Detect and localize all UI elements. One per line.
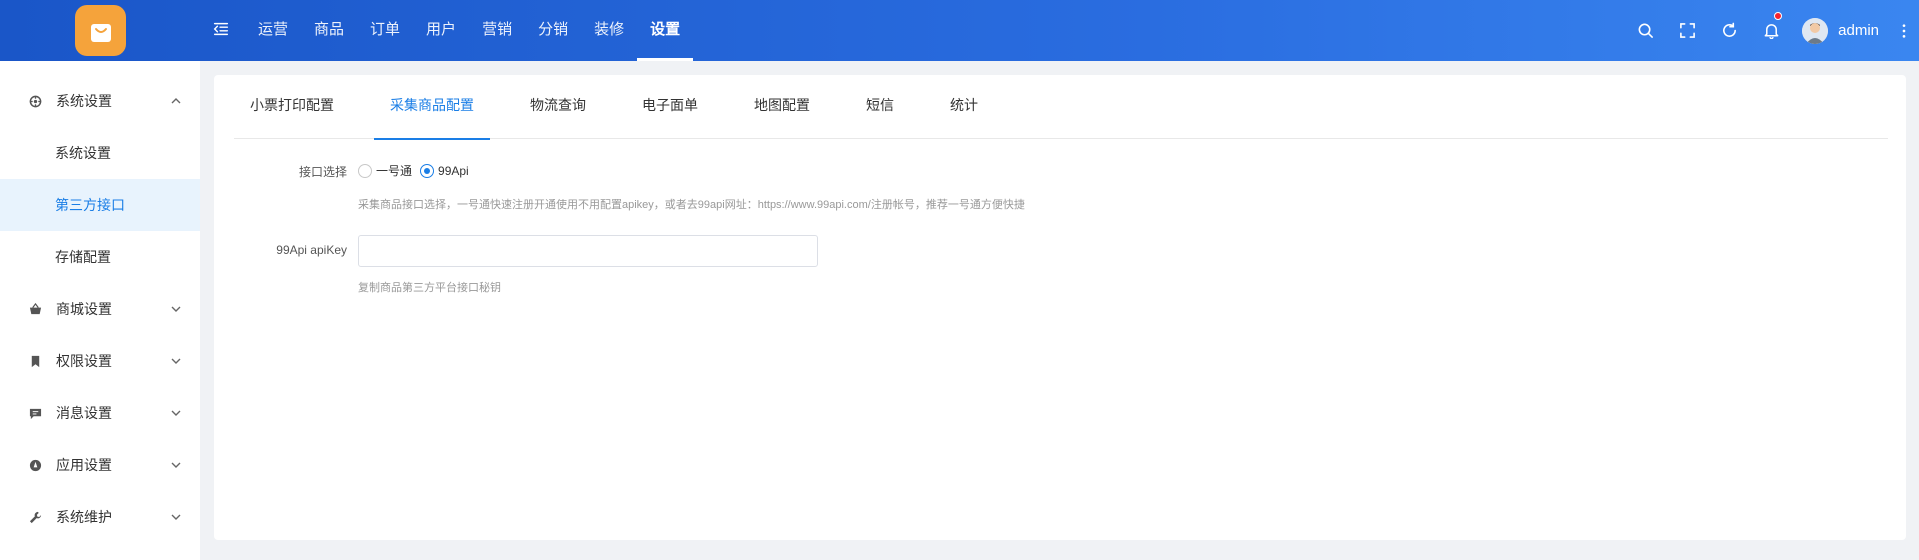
- sidebar-group-label: 系统设置: [56, 93, 112, 109]
- chevron-down-icon: [171, 462, 181, 468]
- apikey-input[interactable]: [358, 235, 818, 267]
- sidebar-item-storage-config[interactable]: 存储配置: [0, 231, 200, 283]
- tab-electronic-waybill[interactable]: 电子面单: [626, 75, 714, 139]
- sidebar-item-third-party-api[interactable]: 第三方接口: [0, 179, 200, 231]
- sidebar-group-label: 系统维护: [56, 509, 112, 525]
- radio-circle: [420, 163, 435, 178]
- chevron-down-icon: [171, 306, 181, 312]
- refresh-icon[interactable]: [1708, 0, 1750, 61]
- chevron-up-icon: [171, 98, 181, 104]
- topnav-item-settings[interactable]: 设置: [637, 0, 694, 61]
- radio-label: 99Api: [438, 163, 469, 178]
- notification-bell-icon[interactable]: [1750, 0, 1792, 61]
- search-icon[interactable]: [1624, 0, 1666, 61]
- compass-icon: [28, 458, 42, 472]
- apikey-label: 99Api apiKey: [276, 243, 347, 257]
- sidebar-item-system-settings[interactable]: 系统设置: [0, 127, 200, 179]
- chevron-down-icon: [171, 410, 181, 416]
- top-header: 运营 商品 订单 用户 营销 分销 装修 设置 admin: [0, 0, 1919, 61]
- sidebar-group-label: 消息设置: [56, 405, 112, 421]
- main-panel: 小票打印配置 采集商品配置 物流查询 电子面单 地图配置 短信 统计 接口选择 …: [214, 75, 1906, 540]
- sidebar-group-label: 权限设置: [56, 353, 112, 369]
- header-actions: admin: [1624, 0, 1919, 61]
- radio-circle: [358, 163, 372, 178]
- username: admin: [1838, 22, 1879, 39]
- sidebar-group-message-settings[interactable]: 消息设置: [0, 387, 200, 439]
- menu-collapse-icon[interactable]: [211, 19, 231, 39]
- tab-sms[interactable]: 短信: [850, 75, 910, 139]
- topnav-item-decoration[interactable]: 装修: [581, 0, 637, 61]
- sidebar-group-permission-settings[interactable]: 权限设置: [0, 335, 200, 387]
- sidebar-group-app-settings[interactable]: 应用设置: [0, 439, 200, 491]
- topnav-item-orders[interactable]: 订单: [357, 0, 413, 61]
- radio-yihaotong[interactable]: 一号通: [358, 162, 412, 179]
- bookmark-icon: [28, 354, 42, 368]
- sidebar: 系统设置 系统设置 第三方接口 存储配置 商城设置 权限设置 消息设置 应用设置: [0, 61, 200, 560]
- user-menu[interactable]: admin: [1792, 0, 1889, 61]
- tab-receipt-print-config[interactable]: 小票打印配置: [234, 75, 350, 139]
- topnav-item-users[interactable]: 用户: [413, 0, 469, 61]
- top-nav: 运营 商品 订单 用户 营销 分销 装修 设置: [245, 0, 694, 61]
- wrench-icon: [28, 510, 42, 524]
- chevron-down-icon: [171, 358, 181, 364]
- fullscreen-icon[interactable]: [1666, 0, 1708, 61]
- tab-statistics[interactable]: 统计: [934, 75, 994, 139]
- avatar: [1802, 17, 1829, 44]
- tab-map-config[interactable]: 地图配置: [738, 75, 826, 139]
- logo-area: [0, 0, 200, 61]
- topnav-item-distribution[interactable]: 分销: [525, 0, 581, 61]
- message-icon: [28, 406, 42, 420]
- apikey-hint: 复制商品第三方平台接口秘钥: [358, 282, 501, 294]
- interface-select-label: 接口选择: [298, 165, 347, 179]
- topnav-item-operation[interactable]: 运营: [245, 0, 301, 61]
- interface-radio-group: 一号通 99Api: [358, 162, 477, 179]
- tab-product-collect-config[interactable]: 采集商品配置: [374, 75, 490, 140]
- more-vertical-icon[interactable]: [1889, 0, 1919, 61]
- shopping-bag-icon: [90, 23, 111, 42]
- basket-icon: [28, 302, 42, 316]
- topnav-item-products[interactable]: 商品: [301, 0, 357, 61]
- sidebar-group-mall-settings[interactable]: 商城设置: [0, 283, 200, 335]
- sidebar-group-label: 应用设置: [56, 457, 112, 473]
- topnav-item-marketing[interactable]: 营销: [469, 0, 525, 61]
- sidebar-group-system-maintenance[interactable]: 系统维护: [0, 491, 200, 543]
- notification-dot: [1774, 12, 1783, 20]
- config-tabs: 小票打印配置 采集商品配置 物流查询 电子面单 地图配置 短信 统计: [234, 75, 1888, 140]
- sidebar-group-system-settings[interactable]: 系统设置: [0, 75, 200, 127]
- gear-icon: [28, 94, 42, 108]
- radio-label: 一号通: [376, 164, 413, 178]
- chevron-down-icon: [171, 514, 181, 520]
- logo[interactable]: [75, 5, 126, 56]
- sidebar-group-label: 商城设置: [56, 301, 112, 317]
- interface-hint: 采集商品接口选择，一号通快速注册开通使用不用配置apikey，或者去99api网…: [358, 199, 1025, 211]
- radio-99api[interactable]: 99Api: [420, 163, 469, 178]
- tab-logistics-query[interactable]: 物流查询: [514, 75, 602, 139]
